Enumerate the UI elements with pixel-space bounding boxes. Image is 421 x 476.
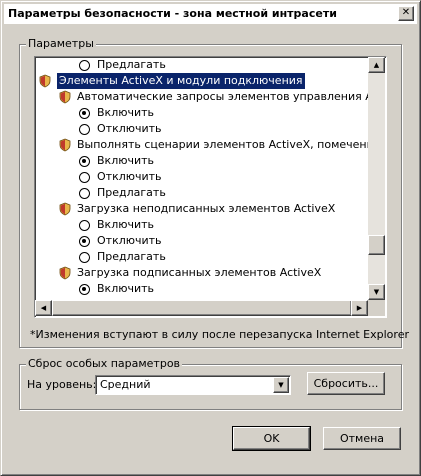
radio-option[interactable]: Отключить [79, 233, 162, 249]
cancel-button[interactable]: Отмена [323, 427, 401, 450]
item-label: Включить [97, 106, 155, 119]
restart-note: *Изменения вступают в силу после перезап… [30, 328, 409, 341]
settings-tree-rows: Предлагать Элементы ActiveX и модули подк… [35, 57, 368, 300]
reset-group-label: Сброс особых параметров [26, 357, 183, 370]
radio-option[interactable]: Отключить [79, 169, 162, 185]
item-label: Загрузка подписанных элементов ActiveX [77, 266, 322, 279]
level-select[interactable]: Средний ▼ [95, 375, 291, 395]
vertical-scroll-thumb[interactable] [368, 235, 385, 255]
item-label: Элементы ActiveX и модули подключения [57, 73, 305, 89]
settings-tree[interactable]: Предлагать Элементы ActiveX и модули подк… [34, 56, 387, 318]
close-button[interactable]: ✕ [398, 6, 414, 21]
category-item[interactable]: Элементы ActiveX и модули подключения [39, 73, 305, 89]
title-bar: Параметры безопасности - зона местной ин… [4, 4, 417, 24]
radio-option[interactable]: Предлагать [79, 249, 166, 265]
settings-group-label: Параметры [26, 37, 96, 50]
radio-checked-icon[interactable] [79, 235, 90, 247]
radio-unchecked-icon[interactable] [79, 187, 90, 199]
vertical-scrollbar[interactable]: ▲ ▼ [368, 57, 385, 300]
item-label: Предлагать [97, 186, 166, 199]
shield-icon [59, 266, 71, 280]
radio-unchecked-icon[interactable] [79, 171, 90, 183]
horizontal-scroll-thumb[interactable] [52, 300, 352, 316]
item-label: Отключить [97, 234, 162, 247]
radio-checked-icon[interactable] [79, 283, 90, 295]
ok-button[interactable]: OK [232, 426, 311, 451]
radio-checked-icon[interactable] [79, 107, 90, 119]
radio-checked-icon[interactable] [79, 155, 90, 167]
item-label: Отключить [97, 170, 162, 183]
radio-unchecked-icon[interactable] [79, 59, 90, 71]
setting-item[interactable]: Загрузка неподписанных элементов ActiveX [59, 201, 335, 217]
item-label: Предлагать [97, 250, 166, 263]
item-label: Загрузка неподписанных элементов ActiveX [77, 202, 336, 215]
radio-option[interactable]: Отключить [79, 121, 162, 137]
item-label: Предлагать [97, 58, 166, 71]
shield-icon [59, 138, 71, 152]
radio-option[interactable]: Включить [79, 281, 154, 297]
scroll-down-button[interactable]: ▼ [368, 284, 385, 300]
scrollbar-corner [368, 300, 385, 316]
item-label: Автоматические запросы элементов управле… [77, 90, 368, 103]
item-label: Выполнять сценарии элементов ActiveX, по… [77, 138, 368, 151]
setting-item[interactable]: Загрузка подписанных элементов ActiveX [59, 265, 321, 281]
item-label: Включить [97, 282, 155, 295]
radio-unchecked-icon[interactable] [79, 251, 90, 263]
scroll-left-button[interactable]: ◀ [35, 300, 52, 316]
reset-button[interactable]: Сбросить... [307, 372, 385, 395]
shield-icon [59, 202, 71, 216]
item-label: Отключить [97, 122, 162, 135]
horizontal-scrollbar[interactable]: ◀ ▶ [35, 300, 368, 316]
dropdown-arrow-icon[interactable]: ▼ [273, 377, 289, 393]
shield-icon [59, 90, 71, 104]
radio-option[interactable]: Включить [79, 217, 154, 233]
shield-icon [39, 74, 51, 88]
radio-unchecked-icon[interactable] [79, 219, 90, 231]
scroll-right-button[interactable]: ▶ [351, 300, 368, 316]
setting-item[interactable]: Автоматические запросы элементов управле… [59, 89, 368, 105]
radio-option[interactable]: Предлагать [79, 185, 166, 201]
radio-option[interactable]: Включить [79, 153, 154, 169]
radio-option[interactable]: Включить [79, 105, 154, 121]
setting-item[interactable]: Выполнять сценарии элементов ActiveX, по… [59, 137, 368, 153]
radio-option[interactable]: Предлагать [79, 57, 166, 73]
radio-unchecked-icon[interactable] [79, 123, 90, 135]
item-label: Включить [97, 218, 155, 231]
window-title: Параметры безопасности - зона местной ин… [8, 7, 337, 20]
level-select-value: Средний [100, 378, 151, 391]
scroll-up-button[interactable]: ▲ [368, 57, 385, 73]
item-label: Включить [97, 154, 155, 167]
level-label: На уровень: [27, 378, 97, 391]
